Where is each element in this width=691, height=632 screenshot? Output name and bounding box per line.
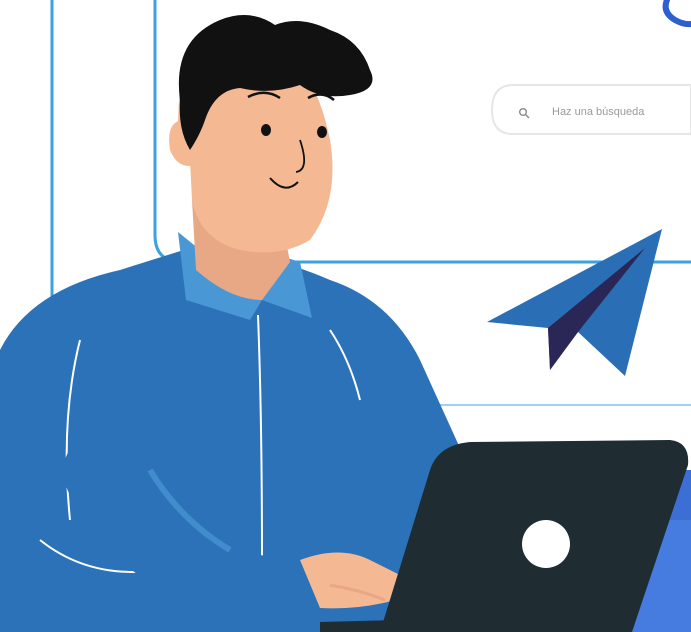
person — [0, 15, 470, 632]
logo-fragment — [662, 0, 691, 28]
illustration — [0, 0, 691, 632]
laptop-logo-icon — [522, 520, 570, 568]
search-placeholder[interactable]: Haz una búsqueda — [552, 106, 644, 118]
